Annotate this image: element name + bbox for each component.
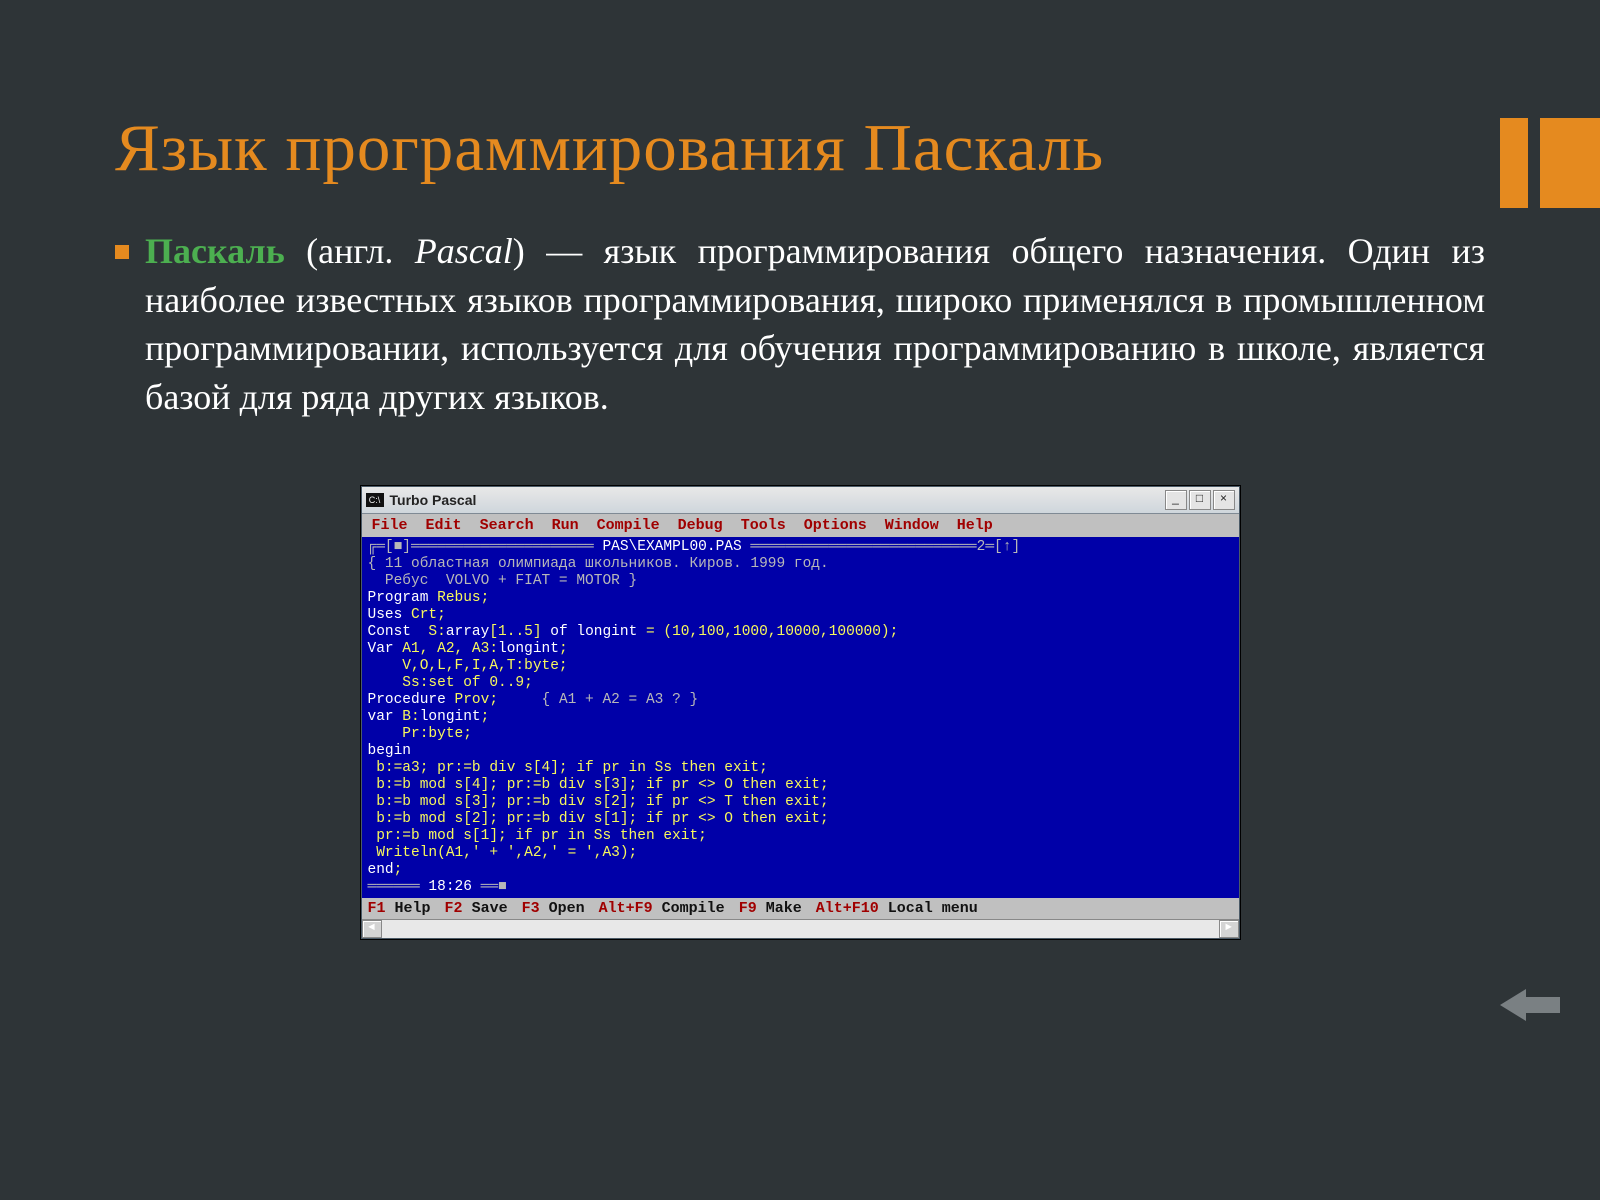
- scroll-track[interactable]: [382, 920, 1219, 938]
- system-menu-icon[interactable]: C:\: [366, 493, 384, 507]
- menu-debug[interactable]: Debug: [678, 517, 723, 534]
- menu-help[interactable]: Help: [957, 517, 993, 534]
- code-line: b:=b mod s[2]; pr:=b div s[1]; if pr <> …: [368, 811, 829, 827]
- scroll-left-icon[interactable]: ◄: [362, 920, 382, 938]
- menu-run[interactable]: Run: [552, 517, 579, 534]
- editor-clock: 18:26: [428, 879, 472, 895]
- minimize-button[interactable]: _: [1165, 490, 1187, 510]
- frame-top: ╔═[■]═════════════════════ PAS\EXAMPL00.…: [368, 539, 1021, 555]
- body-paren-close: ): [513, 231, 525, 271]
- window-title: Turbo Pascal: [390, 492, 1165, 508]
- code-line: var B:longint;: [368, 709, 490, 725]
- body-bold: Паскаль: [145, 231, 285, 271]
- body-text: Паскаль (англ. Pascal) — язык программир…: [145, 227, 1485, 421]
- code-line: Uses Crt;: [368, 607, 446, 623]
- code-line: Var A1, A2, A3:longint;: [368, 641, 568, 657]
- maximize-button[interactable]: □: [1189, 490, 1211, 510]
- status-localmenu[interactable]: Alt+F10 Local menu: [816, 900, 978, 917]
- status-help[interactable]: F1 Help: [368, 900, 431, 917]
- body-block: Паскаль (англ. Pascal) — язык программир…: [115, 227, 1485, 421]
- code-line: { 11 областная олимпиада школьников. Кир…: [368, 556, 829, 572]
- scroll-right-icon[interactable]: ►: [1219, 920, 1239, 938]
- code-line: Ss:set of 0..9;: [368, 675, 533, 691]
- code-line: b:=b mod s[4]; pr:=b div s[3]; if pr <> …: [368, 777, 829, 793]
- accent-bar-large: [1540, 118, 1600, 208]
- body-paren-open: (англ.: [285, 231, 415, 271]
- code-line: Writeln(A1,' + ',A2,' = ',A3);: [368, 845, 638, 861]
- frame-bottom: ══════ 18:26 ══■: [368, 879, 507, 895]
- status-save[interactable]: F2 Save: [445, 900, 508, 917]
- turbo-pascal-window: C:\ Turbo Pascal _ □ × File Edit Search …: [361, 486, 1240, 939]
- slide-title: Язык программирования Паскаль: [115, 110, 1485, 187]
- body-italic: Pascal: [415, 231, 513, 271]
- code-line: Program Rebus;: [368, 590, 490, 606]
- status-open[interactable]: F3 Open: [522, 900, 585, 917]
- titlebar: C:\ Turbo Pascal _ □ ×: [362, 487, 1239, 514]
- code-line: Pr:byte;: [368, 726, 472, 742]
- status-bar: F1 Help F2 Save F3 Open Alt+F9 Compile F…: [362, 898, 1239, 919]
- code-line: Ребус VOLVO + FIAT = MOTOR }: [368, 573, 638, 589]
- code-line: Const S:array[1..5] of longint = (10,100…: [368, 624, 899, 640]
- code-line: Procedure Prov; { A1 + A2 = A3 ? }: [368, 692, 699, 708]
- code-line: begin: [368, 743, 412, 759]
- menu-options[interactable]: Options: [804, 517, 867, 534]
- code-line: pr:=b mod s[1]; if pr in Ss then exit;: [368, 828, 707, 844]
- menu-search[interactable]: Search: [480, 517, 534, 534]
- code-line: b:=b mod s[3]; pr:=b div s[2]; if pr <> …: [368, 794, 829, 810]
- accent-bars: [1500, 118, 1600, 208]
- editor-area[interactable]: ╔═[■]═════════════════════ PAS\EXAMPL00.…: [362, 537, 1239, 898]
- horizontal-scrollbar[interactable]: ◄ ►: [362, 919, 1239, 938]
- status-compile[interactable]: Alt+F9 Compile: [599, 900, 725, 917]
- slide: Язык программирования Паскаль Паскаль (а…: [0, 0, 1600, 1200]
- window-buttons: _ □ ×: [1165, 490, 1235, 510]
- next-slide-arrow-icon[interactable]: [1500, 985, 1560, 1025]
- bullet-icon: [115, 245, 129, 259]
- accent-bar-small: [1500, 118, 1528, 208]
- menu-window[interactable]: Window: [885, 517, 939, 534]
- menu-tools[interactable]: Tools: [741, 517, 786, 534]
- menu-bar: File Edit Search Run Compile Debug Tools…: [362, 514, 1239, 537]
- menu-compile[interactable]: Compile: [597, 517, 660, 534]
- code-line: b:=a3; pr:=b div s[4]; if pr in Ss then …: [368, 760, 768, 776]
- code-line: V,O,L,F,I,A,T:byte;: [368, 658, 568, 674]
- menu-file[interactable]: File: [372, 517, 408, 534]
- status-make[interactable]: F9 Make: [739, 900, 802, 917]
- menu-edit[interactable]: Edit: [426, 517, 462, 534]
- close-button[interactable]: ×: [1213, 490, 1235, 510]
- code-line: end;: [368, 862, 403, 878]
